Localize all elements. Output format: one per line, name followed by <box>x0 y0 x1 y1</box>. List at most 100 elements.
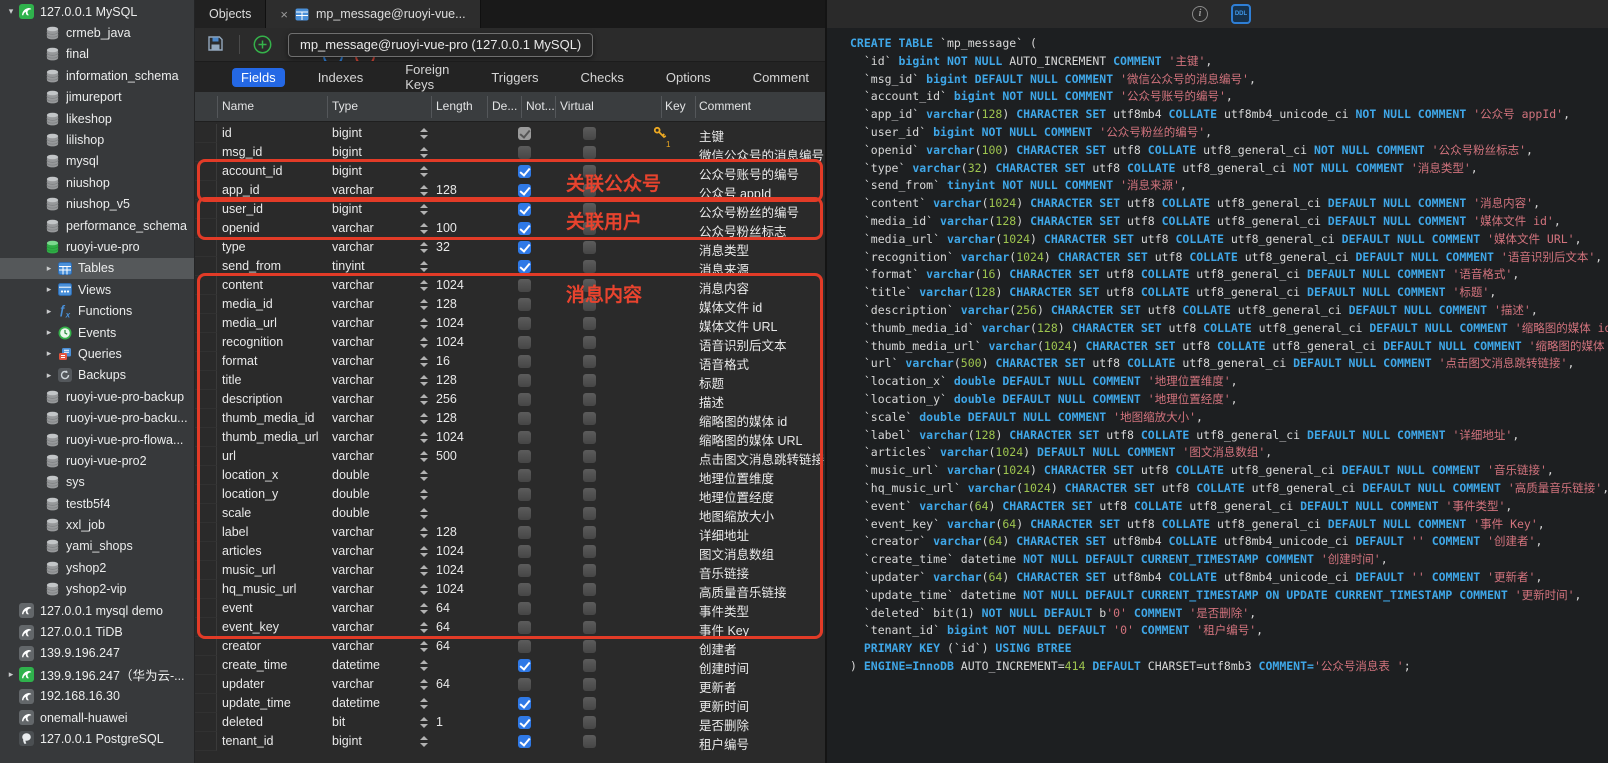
not-null-checkbox[interactable] <box>518 298 531 311</box>
field-length[interactable]: 32 <box>436 240 450 254</box>
field-type[interactable]: tinyint <box>332 259 365 273</box>
type-stepper[interactable] <box>420 165 429 178</box>
sidebar-item-queries[interactable]: ▸Queries <box>0 343 194 364</box>
row-selector[interactable] <box>195 219 217 238</box>
type-stepper[interactable] <box>420 393 429 406</box>
designer-tab-checks[interactable]: Checks <box>572 68 633 87</box>
row-selector[interactable] <box>195 390 217 409</box>
not-null-checkbox[interactable] <box>518 279 531 292</box>
row-selector[interactable] <box>195 447 217 466</box>
not-null-checkbox[interactable] <box>518 640 531 653</box>
row-selector[interactable] <box>195 675 217 694</box>
field-row-tenant_id[interactable]: tenant_idbigint租户编号 <box>195 732 825 751</box>
field-type[interactable]: varchar <box>332 525 374 539</box>
field-row-content[interactable]: contentvarchar1024消息内容 <box>195 276 825 295</box>
virtual-checkbox[interactable] <box>583 431 596 444</box>
field-type[interactable]: varchar <box>332 297 374 311</box>
collapse-arrow-icon[interactable]: ▸ <box>42 284 56 295</box>
type-stepper[interactable] <box>420 602 429 615</box>
field-length[interactable]: 16 <box>436 354 450 368</box>
type-stepper[interactable] <box>420 260 429 273</box>
field-length[interactable]: 64 <box>436 677 450 691</box>
designer-tab-triggers[interactable]: Triggers <box>482 68 547 87</box>
field-name[interactable]: label <box>222 525 248 539</box>
field-length[interactable]: 1024 <box>436 563 464 577</box>
field-row-id[interactable]: idbigint1主键 <box>195 124 825 143</box>
field-type[interactable]: double <box>332 506 370 520</box>
virtual-checkbox[interactable] <box>583 640 596 653</box>
column-header-name[interactable]: Name <box>222 99 254 113</box>
field-name[interactable]: event <box>222 601 253 615</box>
field-name[interactable]: tenant_id <box>222 734 273 748</box>
field-length[interactable]: 1024 <box>436 335 464 349</box>
not-null-checkbox[interactable] <box>518 678 531 691</box>
column-header-comment[interactable]: Comment <box>699 99 751 113</box>
field-name[interactable]: user_id <box>222 202 263 216</box>
collapse-arrow-icon[interactable]: ▸ <box>4 669 18 680</box>
row-selector[interactable] <box>195 732 217 751</box>
field-length[interactable]: 64 <box>436 639 450 653</box>
sidebar-item-ruoyi-vue-pro[interactable]: ruoyi-vue-pro <box>0 236 194 257</box>
field-type[interactable]: datetime <box>332 696 380 710</box>
virtual-checkbox[interactable] <box>583 602 596 615</box>
field-row-title[interactable]: titlevarchar128标题 <box>195 371 825 390</box>
field-row-music_url[interactable]: music_urlvarchar1024音乐链接 <box>195 561 825 580</box>
sidebar-item-127-0-0-1-mysql[interactable]: ▾127.0.0.1 MySQL <box>0 1 194 22</box>
sidebar-item-127-0-0-1-postgresql[interactable]: 127.0.0.1 PostgreSQL <box>0 728 194 749</box>
not-null-checkbox[interactable] <box>518 545 531 558</box>
field-name[interactable]: hq_music_url <box>222 582 296 596</box>
field-row-articles[interactable]: articlesvarchar1024图文消息数组 <box>195 542 825 561</box>
virtual-checkbox[interactable] <box>583 355 596 368</box>
not-null-checkbox[interactable] <box>518 583 531 596</box>
not-null-checkbox[interactable] <box>518 716 531 729</box>
field-row-openid[interactable]: openidvarchar100公众号粉丝标志 <box>195 219 825 238</box>
field-name[interactable]: creator <box>222 639 261 653</box>
sidebar-item-ruoyi-vue-pro-backu[interactable]: ruoyi-vue-pro-backu... <box>0 407 194 428</box>
row-selector[interactable] <box>195 580 217 599</box>
field-row-update_time[interactable]: update_timedatetime更新时间 <box>195 694 825 713</box>
field-type[interactable]: varchar <box>332 544 374 558</box>
type-stepper[interactable] <box>420 222 429 235</box>
row-selector[interactable] <box>195 143 217 162</box>
virtual-checkbox[interactable] <box>583 545 596 558</box>
type-stepper[interactable] <box>420 203 429 216</box>
field-name[interactable]: media_id <box>222 297 273 311</box>
field-name[interactable]: content <box>222 278 263 292</box>
sidebar-item-192-168-16-30[interactable]: 192.168.16.30 <box>0 686 194 707</box>
type-stepper[interactable] <box>420 678 429 691</box>
not-null-checkbox[interactable] <box>518 450 531 463</box>
virtual-checkbox[interactable] <box>583 336 596 349</box>
designer-tab-indexes[interactable]: Indexes <box>309 68 373 87</box>
sidebar-item-ruoyi-vue-pro-backup[interactable]: ruoyi-vue-pro-backup <box>0 386 194 407</box>
field-row-updater[interactable]: updatervarchar64更新者 <box>195 675 825 694</box>
not-null-checkbox[interactable] <box>518 374 531 387</box>
field-length[interactable]: 256 <box>436 392 457 406</box>
field-length[interactable]: 500 <box>436 449 457 463</box>
field-name[interactable]: event_key <box>222 620 279 634</box>
field-type[interactable]: varchar <box>332 221 374 235</box>
type-stepper[interactable] <box>420 146 429 159</box>
field-type[interactable]: datetime <box>332 658 380 672</box>
sidebar-item-jimureport[interactable]: jimureport <box>0 87 194 108</box>
sidebar-item-views[interactable]: ▸Views <box>0 279 194 300</box>
field-row-media_id[interactable]: media_idvarchar128媒体文件 id <box>195 295 825 314</box>
type-stepper[interactable] <box>420 431 429 444</box>
virtual-checkbox[interactable] <box>583 298 596 311</box>
designer-tab-comment[interactable]: Comment <box>744 68 818 87</box>
column-header-not[interactable]: Not... <box>526 99 555 113</box>
type-stepper[interactable] <box>420 298 429 311</box>
sidebar-item-mysql[interactable]: mysql <box>0 151 194 172</box>
field-name[interactable]: location_y <box>222 487 278 501</box>
field-type[interactable]: varchar <box>332 240 374 254</box>
sidebar-item-niushop-v5[interactable]: niushop_v5 <box>0 194 194 215</box>
row-selector[interactable] <box>195 428 217 447</box>
column-header-virtual[interactable]: Virtual <box>560 99 594 113</box>
type-stepper[interactable] <box>420 488 429 501</box>
row-selector[interactable] <box>195 466 217 485</box>
add-field-button[interactable] <box>253 35 272 54</box>
type-stepper[interactable] <box>420 355 429 368</box>
expand-arrow-icon[interactable]: ▾ <box>4 6 18 17</box>
virtual-checkbox[interactable] <box>583 583 596 596</box>
field-type[interactable]: varchar <box>332 411 374 425</box>
type-stepper[interactable] <box>420 412 429 425</box>
